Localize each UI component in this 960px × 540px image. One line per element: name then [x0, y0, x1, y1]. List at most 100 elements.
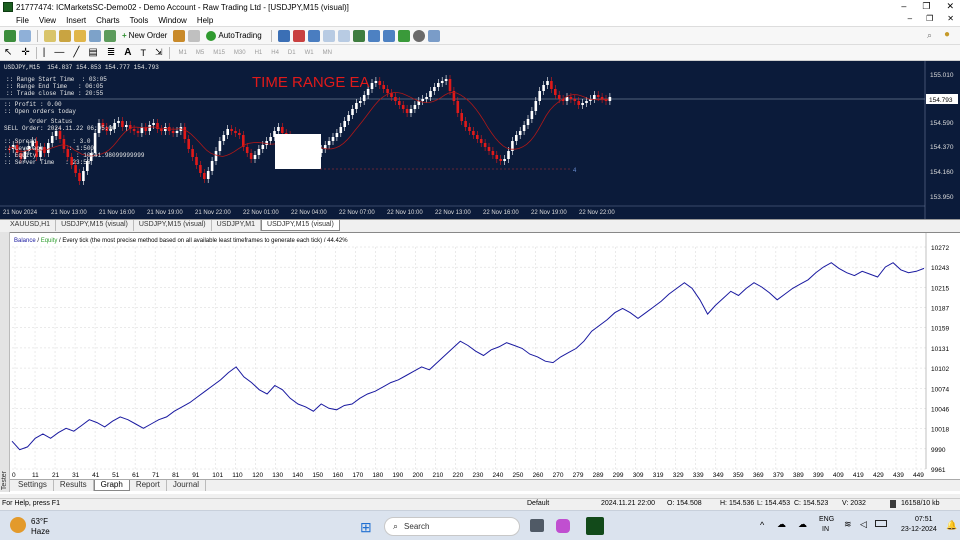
- candle-body: [362, 95, 366, 101]
- new-chart-icon[interactable]: [4, 29, 16, 42]
- taskbar-search[interactable]: ⌕ Search: [384, 517, 520, 536]
- menu-help[interactable]: Help: [192, 16, 218, 25]
- periods-icon[interactable]: [412, 29, 425, 42]
- menu-tools[interactable]: Tools: [125, 16, 154, 25]
- line-chart-icon[interactable]: [307, 29, 320, 42]
- clock-time[interactable]: 07:51: [915, 516, 933, 523]
- tab-results[interactable]: Results: [54, 480, 94, 491]
- timeframe-h1[interactable]: H1: [252, 49, 266, 57]
- trendline-icon[interactable]: ╱: [73, 47, 79, 58]
- vertical-line-icon[interactable]: |: [43, 47, 46, 58]
- chart-shift-icon[interactable]: [382, 29, 395, 42]
- menu-insert[interactable]: Insert: [61, 16, 91, 25]
- tray-chevron-icon[interactable]: ^: [760, 520, 764, 530]
- zoom-in-icon[interactable]: [322, 29, 335, 42]
- profiles-icon[interactable]: [19, 29, 31, 42]
- volume-icon[interactable]: ◁: [860, 519, 867, 530]
- candle-body: [464, 121, 467, 127]
- chart-tab[interactable]: USDJPY,M15 (visual): [134, 220, 212, 231]
- timeframe-m30[interactable]: M30: [231, 49, 249, 57]
- indicators-icon[interactable]: [397, 29, 410, 42]
- crosshair-icon[interactable]: ✛: [21, 47, 29, 58]
- price-chart[interactable]: 155.010 154.590 154.370 154.160 153.950 154.7…: [0, 61, 960, 219]
- signals-icon[interactable]: ●: [944, 29, 950, 40]
- candle-body: [132, 129, 136, 131]
- graph-x-tick: 399: [813, 472, 824, 479]
- terminal-icon[interactable]: [89, 29, 101, 42]
- zoom-out-icon[interactable]: [337, 29, 350, 42]
- timeframe-d1[interactable]: D1: [285, 49, 299, 57]
- timeframe-m5[interactable]: M5: [193, 49, 207, 57]
- candle-body: [359, 101, 362, 103]
- menu-view[interactable]: View: [34, 16, 61, 25]
- language-code[interactable]: ENG: [819, 516, 834, 523]
- templates-icon[interactable]: [427, 29, 440, 42]
- channel-icon[interactable]: ▤: [88, 47, 97, 58]
- tab-report[interactable]: Report: [130, 480, 167, 491]
- clock-date[interactable]: 23-12-2024: [901, 526, 937, 533]
- search-icon[interactable]: ⌕: [927, 30, 932, 41]
- text-icon[interactable]: A: [124, 47, 131, 58]
- notification-icon[interactable]: 🔔: [946, 520, 957, 531]
- tab-graph[interactable]: Graph: [93, 480, 130, 491]
- market-watch-icon[interactable]: [44, 29, 56, 42]
- mdi-minimize-button[interactable]: –: [908, 14, 912, 23]
- start-icon[interactable]: ⊞: [360, 519, 372, 536]
- arrows-icon[interactable]: ⇲: [155, 47, 163, 58]
- weather-text[interactable]: Haze: [31, 527, 50, 536]
- tile-windows-icon[interactable]: [352, 29, 365, 42]
- graph-x-tick: 21: [52, 472, 60, 479]
- candle-body: [608, 97, 612, 101]
- timeframe-h4[interactable]: H4: [268, 49, 282, 57]
- weather-icon[interactable]: [10, 517, 26, 533]
- data-window-icon[interactable]: [59, 29, 71, 42]
- close-button[interactable]: ✕: [946, 1, 954, 12]
- chart-tab[interactable]: USDJPY,M15 (visual): [56, 220, 134, 231]
- maximize-button[interactable]: ❐: [922, 1, 930, 12]
- menu-file[interactable]: File: [0, 16, 34, 25]
- metatrader-taskbar-icon[interactable]: [586, 517, 604, 535]
- timeframe-m15[interactable]: M15: [210, 49, 228, 57]
- strategy-tester-icon[interactable]: [104, 29, 116, 42]
- label-icon[interactable]: T: [141, 48, 147, 58]
- cursor-icon[interactable]: ↖: [4, 47, 12, 58]
- timeframe-mn[interactable]: MN: [320, 49, 335, 57]
- timeframe-w1[interactable]: W1: [302, 49, 317, 57]
- tester-side-label[interactable]: Tester: [0, 232, 10, 492]
- menu-window[interactable]: Window: [153, 16, 191, 25]
- navigator-icon[interactable]: [74, 29, 86, 42]
- chart-tab[interactable]: XAUUSD,H1: [5, 220, 57, 231]
- menu-charts[interactable]: Charts: [91, 16, 125, 25]
- wifi-icon[interactable]: ≋: [844, 519, 852, 530]
- onedrive-icon[interactable]: ☁: [798, 519, 807, 530]
- mdi-close-button[interactable]: ✕: [947, 14, 954, 23]
- timeframe-m1[interactable]: M1: [176, 49, 190, 57]
- candlestick-icon[interactable]: [292, 29, 305, 42]
- candle-body: [78, 173, 81, 181]
- window-controls: – ❐ ✕: [901, 1, 954, 12]
- tab-settings[interactable]: Settings: [12, 480, 54, 491]
- candle-body: [339, 127, 343, 133]
- fibonacci-icon[interactable]: ≣: [107, 47, 115, 58]
- horizontal-line-icon[interactable]: —: [54, 47, 64, 58]
- status-low: L: 154.453: [757, 500, 791, 507]
- auto-scroll-icon[interactable]: [367, 29, 380, 42]
- chart-tab-active[interactable]: USDJPY,M15 (visual): [261, 220, 340, 231]
- bar-chart-icon[interactable]: [277, 29, 290, 42]
- minimize-button[interactable]: –: [901, 1, 906, 12]
- task-view-icon[interactable]: [530, 519, 544, 532]
- metaeditor-icon[interactable]: [173, 29, 186, 42]
- candle-body: [82, 171, 85, 181]
- legend-balance: Balance: [14, 238, 36, 244]
- mdi-restore-button[interactable]: ❐: [926, 14, 933, 23]
- copilot-icon[interactable]: [556, 519, 570, 533]
- new-order-button[interactable]: + New Order: [119, 29, 170, 43]
- weather-temp[interactable]: 63°F: [31, 517, 48, 526]
- options-icon[interactable]: [188, 29, 201, 42]
- cloud-icon[interactable]: ☁: [777, 519, 786, 530]
- autotrading-button[interactable]: AutoTrading: [203, 29, 264, 43]
- chart-tab[interactable]: USDJPY,M1: [212, 220, 262, 231]
- language-region[interactable]: IN: [822, 526, 829, 533]
- battery-icon[interactable]: [875, 520, 887, 527]
- tab-journal[interactable]: Journal: [167, 480, 207, 491]
